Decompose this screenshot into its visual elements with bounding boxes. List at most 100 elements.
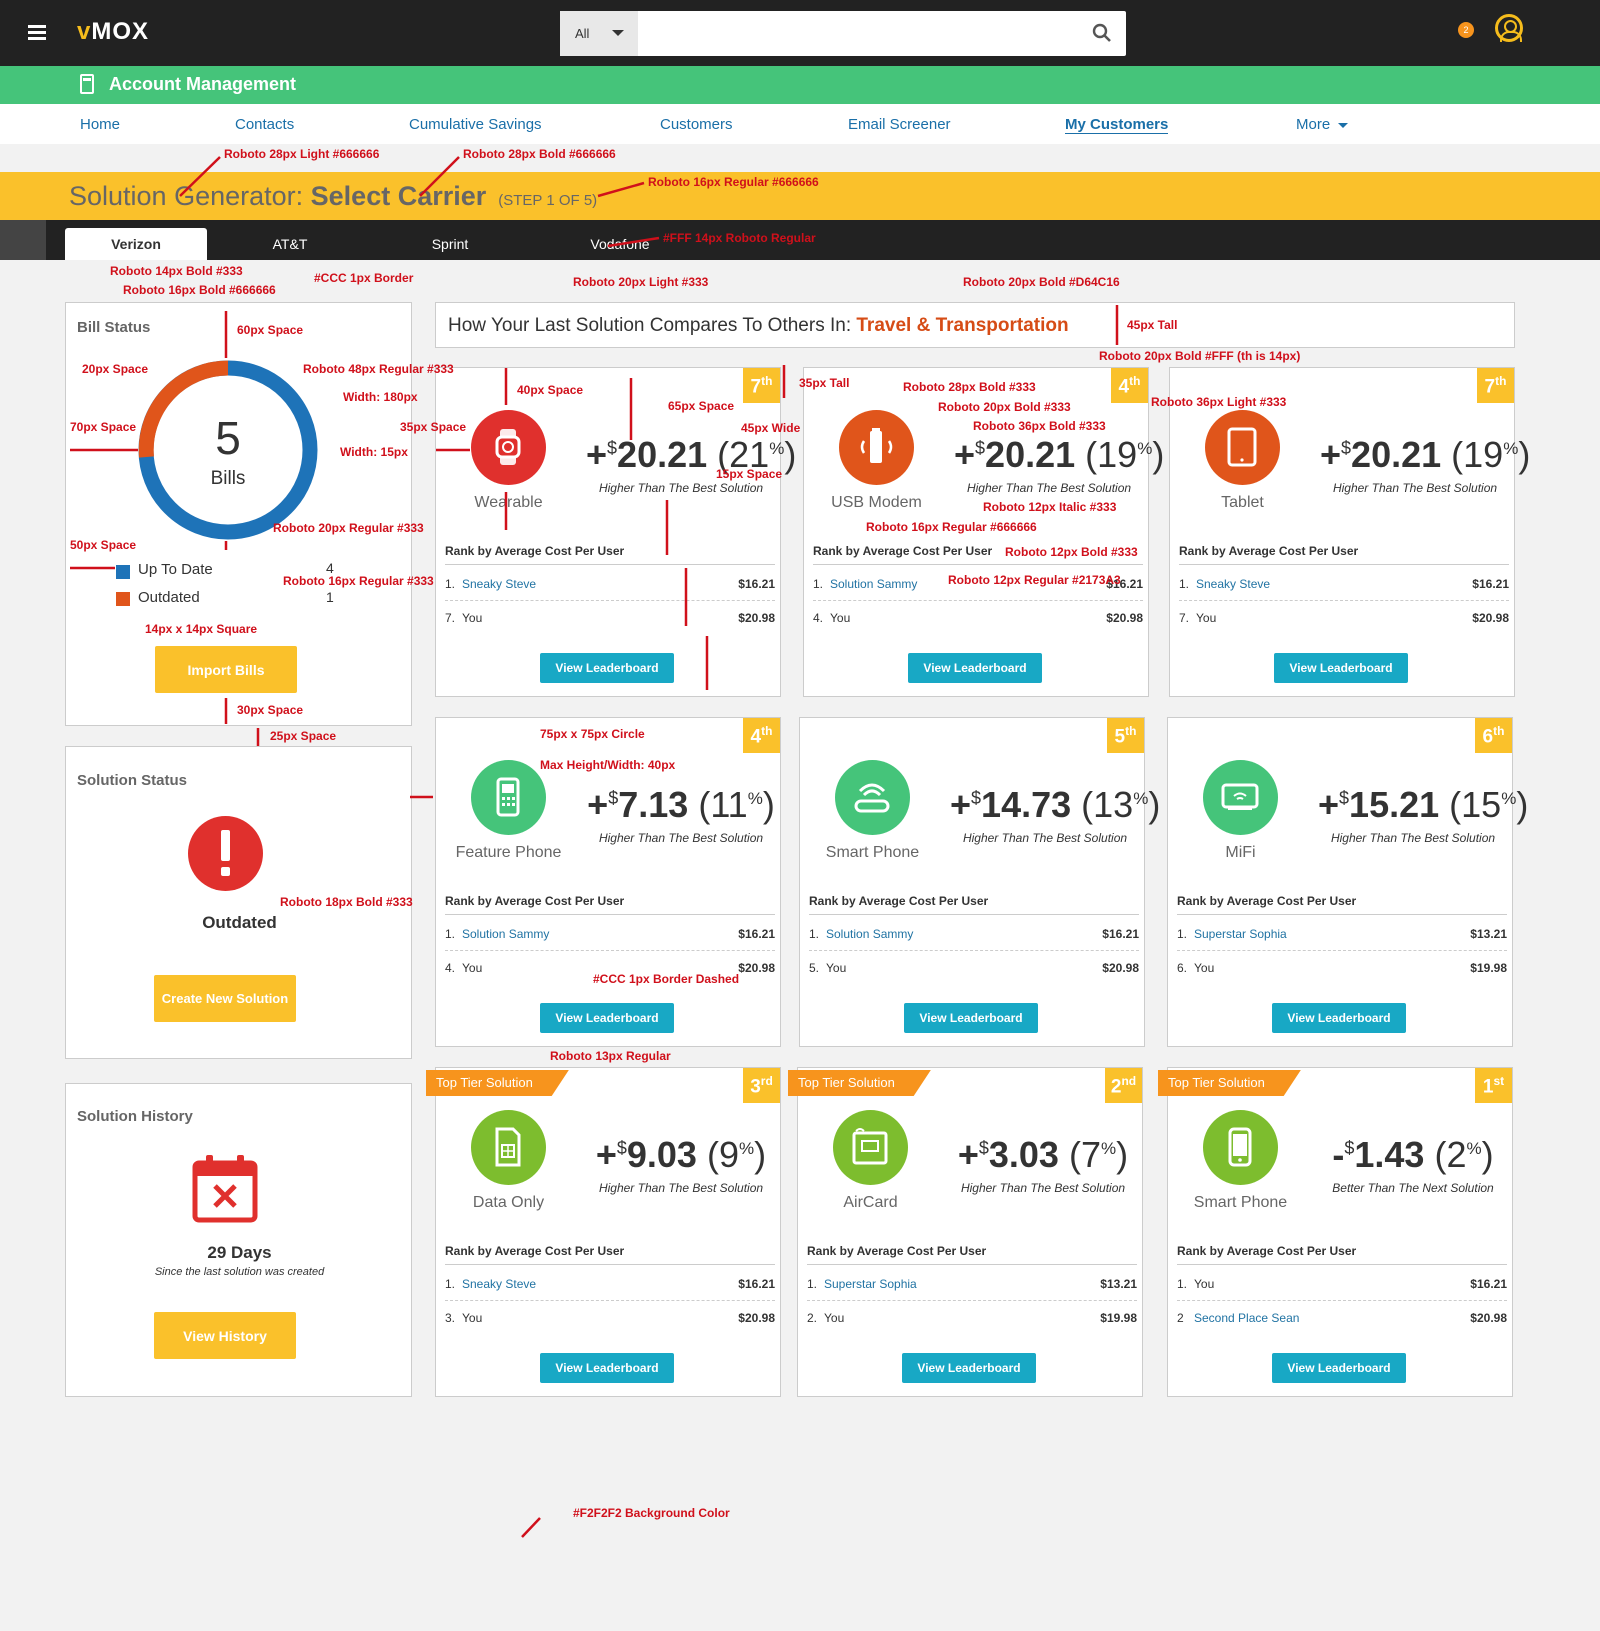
view-leaderboard-button[interactable]: View Leaderboard bbox=[540, 1003, 674, 1033]
leaderboard-name[interactable]: Superstar Sophia bbox=[1194, 927, 1287, 941]
search-input[interactable] bbox=[640, 11, 1080, 56]
view-leaderboard-button[interactable]: View Leaderboard bbox=[1274, 653, 1408, 683]
spec-annotation: 20px Space bbox=[82, 362, 149, 376]
tab-sprint[interactable]: Sprint bbox=[400, 228, 500, 260]
rank-badge: 2nd bbox=[1105, 1068, 1142, 1103]
leaderboard-row: 7. You $20.98 bbox=[1179, 611, 1509, 625]
view-leaderboard-button[interactable]: View Leaderboard bbox=[908, 653, 1042, 683]
leaderboard-amount: $19.98 bbox=[1470, 961, 1507, 975]
tab-att[interactable]: AT&T bbox=[240, 228, 340, 260]
search-scope-select[interactable]: All bbox=[560, 11, 638, 56]
device-name: Feature Phone bbox=[455, 844, 562, 861]
spec-annotation: Roboto 20px Bold #333 bbox=[938, 400, 1071, 414]
device-icon-circle bbox=[471, 760, 546, 835]
rank-badge: 6th bbox=[1475, 718, 1512, 753]
top-tier-ribbon: Top Tier Solution bbox=[426, 1070, 569, 1096]
import-bills-button[interactable]: Import Bills bbox=[155, 646, 297, 693]
menu-icon[interactable] bbox=[28, 25, 46, 40]
leaderboard-name[interactable]: Solution Sammy bbox=[826, 927, 913, 941]
search-icon[interactable] bbox=[1092, 23, 1112, 43]
device-name: USB Modem bbox=[831, 494, 922, 511]
leaderboard-amount: $20.98 bbox=[1472, 611, 1509, 625]
nav-more[interactable]: More bbox=[1296, 116, 1349, 133]
solution-status-title: Solution Status bbox=[77, 772, 187, 789]
bill-status-title: Bill Status bbox=[77, 319, 151, 336]
rank-label: Rank by Average Cost Per User bbox=[445, 1244, 775, 1265]
leaderboard-row: 1. Sneaky Steve $16.21 bbox=[445, 567, 775, 601]
rank-label: Rank by Average Cost Per User bbox=[1177, 1244, 1507, 1265]
nav-contacts[interactable]: Contacts bbox=[235, 116, 294, 133]
cost-difference: +$7.13 (11%) bbox=[587, 784, 775, 825]
leaderboard-name: You bbox=[462, 961, 483, 975]
view-history-button[interactable]: View History bbox=[154, 1312, 296, 1359]
spec-annotation: 45px Wide bbox=[741, 421, 801, 435]
top-tier-ribbon: Top Tier Solution bbox=[1158, 1070, 1301, 1096]
calculator-icon bbox=[80, 74, 94, 94]
spec-annotation: Roboto 28px Bold #666666 bbox=[463, 147, 616, 161]
spec-annotation: Roboto 28px Light #666666 bbox=[224, 147, 380, 161]
bill-status-donut: 5 Bills bbox=[138, 360, 318, 540]
spec-annotation: 30px Space bbox=[237, 703, 304, 717]
rank-badge: 3rd bbox=[743, 1068, 780, 1103]
device-icon-circle bbox=[1203, 1110, 1278, 1185]
spec-annotation: Roboto 16px Regular #333 bbox=[283, 574, 434, 588]
comparison-caption: Better Than The Next Solution bbox=[1332, 1181, 1494, 1195]
spec-annotation: 65px Space bbox=[668, 399, 735, 413]
device-name: AirCard bbox=[843, 1194, 898, 1211]
leaderboard-name[interactable]: Sneaky Steve bbox=[1196, 577, 1270, 591]
notification-badge[interactable]: 2 bbox=[1458, 22, 1474, 38]
leaderboard-name[interactable]: Solution Sammy bbox=[830, 577, 917, 591]
leaderboard-row: 5. You $20.98 bbox=[809, 961, 1139, 975]
view-leaderboard-button[interactable]: View Leaderboard bbox=[540, 653, 674, 683]
page-title: Solution Generator: Select Carrier (STEP … bbox=[69, 181, 598, 211]
comparison-caption: Higher Than The Best Solution bbox=[966, 481, 1132, 495]
spec-annotation: Roboto 20px Light #333 bbox=[573, 275, 709, 289]
legend-swatch-outdated bbox=[116, 592, 130, 606]
spec-annotation: 45px Tall bbox=[1127, 318, 1178, 332]
comparison-caption: Higher Than The Best Solution bbox=[598, 831, 764, 845]
view-leaderboard-button[interactable]: View Leaderboard bbox=[1272, 1353, 1406, 1383]
spec-annotation: Roboto 16px Bold #666666 bbox=[123, 283, 276, 297]
cost-difference: +$20.21 (19%) bbox=[954, 434, 1165, 475]
leaderboard-name[interactable]: Superstar Sophia bbox=[824, 1277, 917, 1291]
nav-cumulative-savings[interactable]: Cumulative Savings bbox=[409, 116, 542, 133]
create-new-solution-button[interactable]: Create New Solution bbox=[154, 975, 296, 1022]
spec-annotation: Roboto 36px Light #333 bbox=[1151, 395, 1287, 409]
logo[interactable]: vMOX bbox=[77, 18, 149, 46]
industry-name: Travel & Transportation bbox=[856, 315, 1069, 336]
view-leaderboard-button[interactable]: View Leaderboard bbox=[904, 1003, 1038, 1033]
leaderboard-name[interactable]: Sneaky Steve bbox=[462, 1277, 536, 1291]
cost-difference: -$1.43 (2%) bbox=[1332, 1134, 1494, 1175]
cost-difference: +$20.21 (19%) bbox=[1320, 434, 1531, 475]
leaderboard-row: 1. Superstar Sophia $13.21 bbox=[807, 1267, 1137, 1301]
spec-annotation: 40px Space bbox=[517, 383, 584, 397]
spec-annotation: Roboto 36px Bold #333 bbox=[973, 419, 1106, 433]
nav-my-customers[interactable]: My Customers bbox=[1065, 116, 1169, 134]
leaderboard-name: You bbox=[830, 611, 851, 625]
leaderboard-row: 2 Second Place Sean $20.98 bbox=[1177, 1311, 1507, 1325]
device-icon-circle bbox=[1203, 760, 1278, 835]
view-leaderboard-button[interactable]: View Leaderboard bbox=[540, 1353, 674, 1383]
solution-history-panel: Solution History 29 Days Since the last … bbox=[65, 1083, 412, 1397]
comparison-caption: Higher Than The Best Solution bbox=[960, 1181, 1126, 1195]
comparison-caption: Higher Than The Best Solution bbox=[962, 831, 1128, 845]
tab-verizon[interactable]: Verizon bbox=[65, 228, 207, 260]
leaderboard-amount: $20.98 bbox=[1102, 961, 1139, 975]
rank-badge: 1st bbox=[1475, 1068, 1512, 1103]
spec-annotation: Roboto 20px Bold #D64C16 bbox=[963, 275, 1120, 289]
leaderboard-name[interactable]: Second Place Sean bbox=[1194, 1311, 1299, 1325]
rank-label: Rank by Average Cost Per User bbox=[1179, 544, 1509, 565]
device-name: Wearable bbox=[474, 494, 543, 511]
view-leaderboard-button[interactable]: View Leaderboard bbox=[1272, 1003, 1406, 1033]
tab-vodafone[interactable]: Vodafone bbox=[565, 228, 675, 260]
nav-email-screener[interactable]: Email Screener bbox=[848, 116, 951, 133]
nav-home[interactable]: Home bbox=[80, 116, 120, 133]
user-avatar-icon[interactable] bbox=[1495, 14, 1523, 42]
leaderboard-name[interactable]: Solution Sammy bbox=[462, 927, 549, 941]
rank-label: Rank by Average Cost Per User bbox=[1177, 894, 1507, 915]
view-leaderboard-button[interactable]: View Leaderboard bbox=[902, 1353, 1036, 1383]
leaderboard-name[interactable]: Sneaky Steve bbox=[462, 577, 536, 591]
rank-badge: 7th bbox=[743, 368, 780, 403]
cost-difference: +$14.73 (13%) bbox=[950, 784, 1161, 825]
nav-customers[interactable]: Customers bbox=[660, 116, 733, 133]
